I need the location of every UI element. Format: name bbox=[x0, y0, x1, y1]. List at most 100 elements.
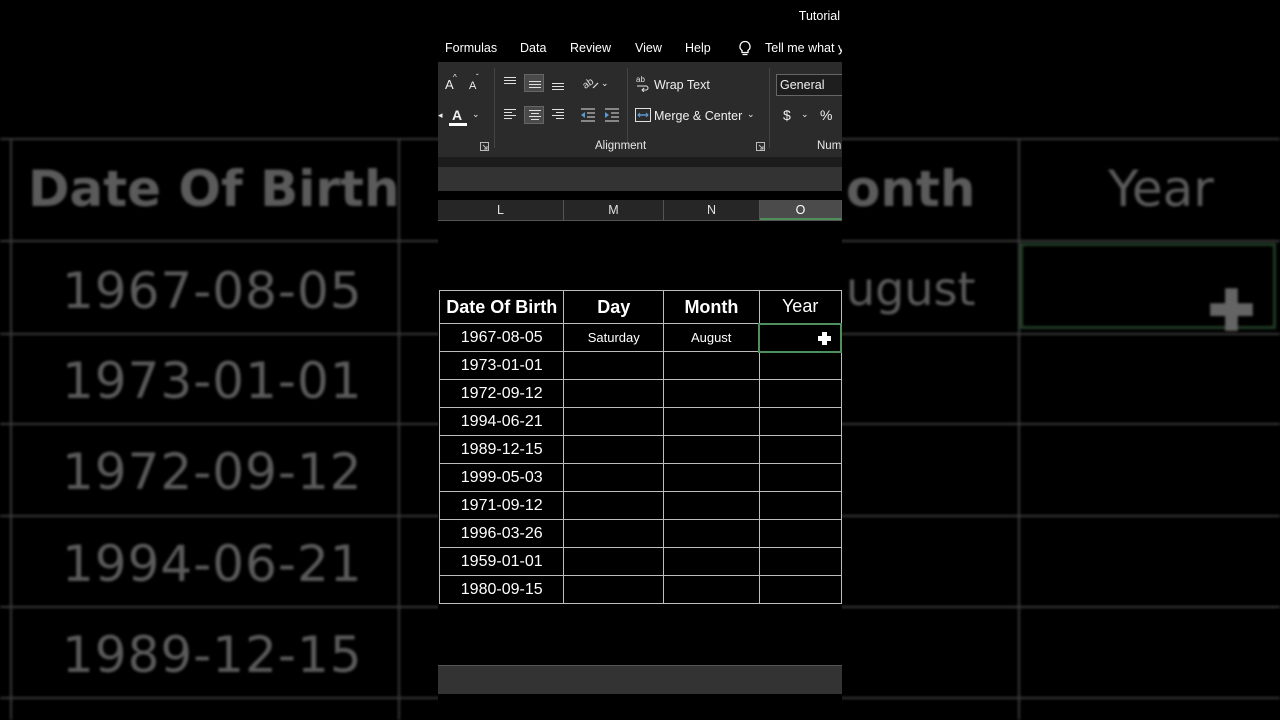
column-header-o[interactable]: O bbox=[760, 200, 842, 220]
merge-center-icon[interactable] bbox=[635, 108, 651, 122]
day-cell[interactable] bbox=[563, 435, 665, 464]
top-align-button[interactable] bbox=[500, 74, 520, 92]
formula-bar[interactable] bbox=[438, 167, 842, 191]
year-cell[interactable] bbox=[758, 379, 842, 408]
bg-header-year: Year bbox=[1108, 160, 1214, 218]
number-format-select[interactable]: General bbox=[776, 74, 842, 96]
month-cell[interactable] bbox=[663, 491, 760, 520]
wrap-text-button[interactable]: Wrap Text bbox=[654, 78, 710, 92]
table-row: 1994-06-21 bbox=[438, 407, 842, 436]
bg-date: 1972-09-12 bbox=[62, 443, 363, 501]
menu-formulas[interactable]: Formulas bbox=[445, 41, 497, 55]
header-year[interactable]: Year bbox=[758, 290, 842, 324]
orientation-dropdown-icon[interactable]: ⌄ bbox=[601, 78, 609, 89]
date-cell[interactable]: 1994-06-21 bbox=[438, 407, 565, 436]
title-bar: Tutorial bbox=[438, 0, 842, 36]
month-cell[interactable] bbox=[663, 407, 760, 436]
font-color-dropdown-icon[interactable]: ⌄ bbox=[472, 109, 480, 120]
bottom-align-button[interactable] bbox=[548, 74, 568, 92]
menu-review[interactable]: Review bbox=[570, 41, 611, 55]
percent-button[interactable]: % bbox=[820, 107, 832, 123]
currency-button[interactable]: $ bbox=[783, 107, 791, 123]
table-header-row: Date Of Birth Day Month Year bbox=[438, 290, 842, 324]
date-cell[interactable]: 1967-08-05 bbox=[438, 323, 565, 352]
date-cell[interactable]: 1999-05-03 bbox=[438, 463, 565, 492]
alignment-dialog-launcher-icon[interactable] bbox=[756, 142, 765, 151]
number-group-label: Num bbox=[817, 140, 842, 152]
table-row: 1971-09-12 bbox=[438, 491, 842, 520]
align-right-button[interactable] bbox=[548, 106, 568, 124]
year-cell[interactable] bbox=[758, 351, 842, 380]
table-row: 1959-01-01 bbox=[438, 547, 842, 576]
currency-dropdown-icon[interactable]: ⌄ bbox=[801, 109, 809, 120]
number-format-value: General bbox=[780, 78, 825, 92]
menu-data[interactable]: Data bbox=[520, 41, 546, 55]
increase-indent-icon[interactable] bbox=[603, 107, 621, 123]
left-chevron-icon: ◂ bbox=[438, 110, 443, 120]
date-cell[interactable]: 1980-09-15 bbox=[438, 575, 565, 604]
menu-help[interactable]: Help bbox=[685, 41, 711, 55]
sheet-tabs-bar bbox=[438, 665, 842, 694]
align-left-button[interactable] bbox=[500, 106, 520, 124]
date-cell[interactable]: 1972-09-12 bbox=[438, 379, 565, 408]
day-cell[interactable] bbox=[563, 491, 665, 520]
date-cell[interactable]: 1959-01-01 bbox=[438, 547, 565, 576]
decrease-indent-icon[interactable] bbox=[579, 107, 597, 123]
bg-month-value: ugust bbox=[846, 262, 976, 316]
orientation-icon[interactable]: ab bbox=[581, 75, 601, 91]
year-cell[interactable] bbox=[758, 575, 842, 604]
month-cell[interactable] bbox=[663, 435, 760, 464]
day-cell[interactable] bbox=[563, 351, 665, 380]
date-cell[interactable]: 1971-09-12 bbox=[438, 491, 565, 520]
day-cell[interactable] bbox=[563, 379, 665, 408]
header-month[interactable]: Month bbox=[663, 290, 760, 324]
merge-dropdown-icon[interactable]: ⌄ bbox=[747, 109, 755, 120]
font-color-button[interactable]: A bbox=[452, 107, 462, 123]
year-cell[interactable] bbox=[758, 463, 842, 492]
month-cell[interactable] bbox=[663, 351, 760, 380]
year-cell[interactable] bbox=[758, 491, 842, 520]
table-row: 1999-05-03 bbox=[438, 463, 842, 492]
month-cell[interactable] bbox=[663, 463, 760, 492]
date-cell[interactable]: 1989-12-15 bbox=[438, 435, 565, 464]
bg-date: 1989-12-15 bbox=[62, 626, 363, 684]
bg-date: 1994-06-21 bbox=[62, 535, 363, 593]
header-date-of-birth[interactable]: Date Of Birth bbox=[438, 290, 565, 324]
month-cell[interactable] bbox=[663, 379, 760, 408]
year-cell[interactable] bbox=[758, 547, 842, 576]
year-cell-active[interactable] bbox=[758, 322, 842, 353]
year-cell[interactable] bbox=[758, 407, 842, 436]
align-center-button[interactable] bbox=[524, 106, 544, 124]
merge-center-button[interactable]: Merge & Center bbox=[654, 109, 742, 123]
month-cell[interactable]: August bbox=[663, 323, 760, 352]
month-cell[interactable] bbox=[663, 575, 760, 604]
column-header-m[interactable]: M bbox=[564, 200, 664, 220]
bg-date: 1967-08-05 bbox=[62, 262, 363, 320]
day-cell[interactable] bbox=[563, 463, 665, 492]
header-day[interactable]: Day bbox=[563, 290, 665, 324]
font-dialog-launcher-icon[interactable] bbox=[480, 142, 489, 151]
middle-align-button[interactable] bbox=[524, 74, 544, 92]
table-row: 1967-08-05 Saturday August bbox=[438, 322, 842, 353]
year-cell[interactable] bbox=[758, 519, 842, 548]
month-cell[interactable] bbox=[663, 547, 760, 576]
day-cell[interactable] bbox=[563, 575, 665, 604]
day-cell[interactable]: Saturday bbox=[563, 323, 665, 352]
date-cell[interactable]: 1973-01-01 bbox=[438, 351, 565, 380]
wrap-text-icon[interactable]: ab bbox=[635, 74, 651, 92]
month-cell[interactable] bbox=[663, 519, 760, 548]
date-cell[interactable]: 1996-03-26 bbox=[438, 519, 565, 548]
table-row: 1989-12-15 bbox=[438, 435, 842, 464]
column-header-n[interactable]: N bbox=[664, 200, 760, 220]
day-cell[interactable] bbox=[563, 547, 665, 576]
day-cell[interactable] bbox=[563, 519, 665, 548]
column-header-l[interactable]: L bbox=[438, 200, 564, 220]
year-cell[interactable] bbox=[758, 435, 842, 464]
bg-header-month: onth bbox=[846, 160, 976, 218]
table-row: 1996-03-26 bbox=[438, 519, 842, 548]
day-cell[interactable] bbox=[563, 407, 665, 436]
menu-view[interactable]: View bbox=[635, 41, 662, 55]
svg-text:ab: ab bbox=[636, 75, 645, 84]
table-row: 1980-09-15 bbox=[438, 575, 842, 604]
tell-me-search[interactable]: Tell me what yo bbox=[765, 41, 842, 55]
